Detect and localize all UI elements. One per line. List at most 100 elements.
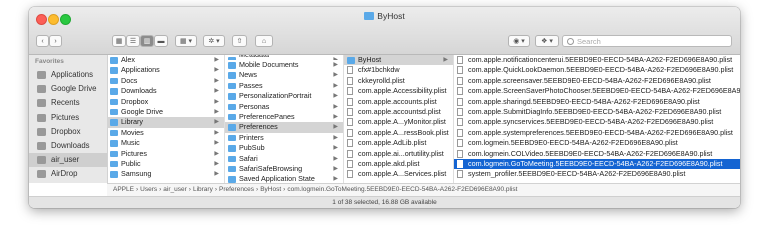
column-view-button[interactable]: ▥ xyxy=(140,35,154,47)
folder-row[interactable]: Passes ▶ xyxy=(225,81,343,91)
disclosure-arrow-icon: ▶ xyxy=(333,93,338,100)
sidebar-item-applications[interactable]: Applications xyxy=(29,68,107,82)
file-row[interactable]: com.apple.A...Services.plist xyxy=(344,169,453,179)
folder-row[interactable]: PubSub ▶ xyxy=(225,143,343,153)
folder-icon xyxy=(110,119,118,126)
file-row[interactable]: system_profiler.5EEBD9E0-EECD-54BA-A262-… xyxy=(454,169,740,179)
folder-row[interactable]: Library ▶ xyxy=(107,117,224,128)
file-row[interactable]: com.apple.A...ressBook.plist xyxy=(344,128,453,138)
icon-view-button[interactable]: ▦ xyxy=(112,35,126,47)
group-button[interactable]: ▦ ▾ xyxy=(175,35,197,47)
document-icon xyxy=(347,97,353,106)
sidebar-item-recents[interactable]: Recents xyxy=(29,96,107,110)
folder-row[interactable]: Alex ▶ xyxy=(107,55,224,65)
folder-row[interactable]: ByHost ▶ xyxy=(344,55,453,66)
share-button[interactable]: ⇧ xyxy=(232,35,247,47)
folder-row[interactable]: Applications ▶ xyxy=(107,65,224,75)
disclosure-arrow-icon: ▶ xyxy=(214,119,219,126)
action-button[interactable]: ✲ ▾ xyxy=(203,35,225,47)
path-segment[interactable]: air_user xyxy=(163,186,186,193)
sidebar-item-google-drive[interactable]: Google Drive xyxy=(29,82,107,96)
file-row[interactable]: com.apple.syncservices.5EEBD9E0-EECD-54B… xyxy=(454,117,740,127)
path-segment[interactable]: Users xyxy=(140,186,157,193)
file-row[interactable]: com.apple.AdLib.plist xyxy=(344,138,453,148)
list-view-button[interactable]: ☰ xyxy=(126,35,140,47)
item-name: com.apple.A...Services.plist xyxy=(358,169,447,179)
item-name: com.apple.A...yMonitor.plist xyxy=(358,117,446,127)
file-row[interactable]: com.apple.QuickLookDaemon.5EEBD9E0-EECD-… xyxy=(454,65,740,75)
file-row[interactable]: com.apple.systempreferences.5EEBD9E0-EEC… xyxy=(454,128,740,138)
file-row[interactable]: com.logmein.GoToMeeting.5EEBD9E0-EECD-54… xyxy=(454,158,740,170)
file-row[interactable]: com.apple.accountsd.plist xyxy=(344,107,453,117)
sidebar-heading: Favorites xyxy=(35,58,64,65)
back-button[interactable]: ‹ xyxy=(36,35,49,47)
file-row[interactable]: com.apple.screensaver.5EEBD9E0-EECD-54BA… xyxy=(454,76,740,86)
folder-row[interactable]: Downloads ▶ xyxy=(107,86,224,96)
folder-row[interactable]: Dropbox ▶ xyxy=(107,97,224,107)
search-field[interactable]: Search xyxy=(562,35,732,47)
column-preferences: ByHost ▶ cfx#1bchkdw ckkeyrolld.plist com.ap… xyxy=(344,55,454,183)
folder-row[interactable]: Safari ▶ xyxy=(225,154,343,164)
file-row[interactable]: com.apple.A...yMonitor.plist xyxy=(344,117,453,127)
folder-row[interactable]: Music ▶ xyxy=(107,138,224,148)
folder-row[interactable]: Printers ▶ xyxy=(225,133,343,143)
folder-row[interactable]: SafariSafeBrowsing ▶ xyxy=(225,164,343,174)
file-row[interactable]: com.apple.notificationcenterui.5EEBD9E0-… xyxy=(454,55,740,65)
forward-button[interactable]: › xyxy=(49,35,62,47)
item-name: com.apple.syncservices.5EEBD9E0-EECD-54B… xyxy=(468,117,714,127)
item-name: com.apple.accountsd.plist xyxy=(358,106,441,116)
item-name: com.apple.Accessibility.plist xyxy=(358,86,447,96)
file-row[interactable]: cfx#1bchkdw xyxy=(344,65,453,75)
item-name: com.apple.sharingd.5EEBD9E0-EECD-54BA-A2… xyxy=(468,96,700,106)
path-separator-icon: › xyxy=(214,186,217,193)
disclosure-arrow-icon: ▶ xyxy=(333,124,338,131)
dropbox-button[interactable]: ❖ ▾ xyxy=(535,35,559,47)
folder-row[interactable]: Google Drive ▶ xyxy=(107,107,224,117)
sidebar-item-air-user[interactable]: air_user xyxy=(29,153,107,168)
sidebar-item-label: Dropbox xyxy=(51,126,81,136)
folder-row[interactable]: Preferences ▶ xyxy=(225,122,343,133)
file-row[interactable]: com.logmein.COLVideo.5EEBD9E0-EECD-54BA-… xyxy=(454,149,740,159)
sidebar-item-pictures[interactable]: Pictures xyxy=(29,111,107,125)
tag-button[interactable]: ⌂ xyxy=(255,35,273,47)
path-segment[interactable]: Library xyxy=(193,186,213,193)
folder-row[interactable]: Pictures ▶ xyxy=(107,149,224,159)
folder-row[interactable]: Personas ▶ xyxy=(225,102,343,112)
folder-row[interactable]: Samsung ▶ xyxy=(107,169,224,179)
item-name: com.apple.QuickLookDaemon.5EEBD9E0-EECD-… xyxy=(468,65,734,75)
folder-row[interactable]: News ▶ xyxy=(225,70,343,80)
file-row[interactable]: com.apple.sharingd.5EEBD9E0-EECD-54BA-A2… xyxy=(454,97,740,107)
folder-row[interactable]: PreferencePanes ▶ xyxy=(225,112,343,122)
folder-row[interactable]: Docs ▶ xyxy=(107,76,224,86)
folder-row[interactable]: Movies ▶ xyxy=(107,128,224,138)
sidebar-item-label: Google Drive xyxy=(51,84,97,94)
file-row[interactable]: com.apple.ai...ortutility.plist xyxy=(344,149,453,159)
path-segment[interactable]: APPLE xyxy=(113,186,134,193)
file-row[interactable]: com.apple.Accessibility.plist xyxy=(344,86,453,96)
file-row[interactable]: com.apple.akd.plist xyxy=(344,159,453,169)
item-name: Docs xyxy=(121,75,138,85)
file-row[interactable]: com.apple.ScreenSaverPhotoChooser.5EEBD9… xyxy=(454,86,740,96)
sidebar-item-airdrop[interactable]: AirDrop xyxy=(29,167,107,181)
sidebar-item-dropbox[interactable]: Dropbox xyxy=(29,125,107,139)
document-icon xyxy=(347,149,353,158)
gallery-view-button[interactable]: ▬ xyxy=(154,35,168,47)
path-segment[interactable]: com.logmein.GoToMeeting.5EEBD9E0-EECD-54… xyxy=(287,186,517,193)
file-row[interactable]: com.logmein.5EEBD9E0-EECD-54BA-A262-F2ED… xyxy=(454,138,740,148)
path-separator-icon: › xyxy=(188,186,191,193)
folder-row[interactable]: PersonalizationPortrait ▶ xyxy=(225,91,343,101)
folder-row[interactable]: Mobile Documents ▶ xyxy=(225,60,343,70)
sidebar-item-downloads[interactable]: Downloads xyxy=(29,139,107,153)
folder-row[interactable]: Saved Application State ▶ xyxy=(225,174,343,183)
file-row[interactable]: com.apple.SubmitDiagInfo.5EEBD9E0-EECD-5… xyxy=(454,107,740,117)
path-segment[interactable]: Preferences xyxy=(219,186,254,193)
path-segment[interactable]: ByHost xyxy=(260,186,281,193)
file-row[interactable]: ckkeyrolld.plist xyxy=(344,76,453,86)
item-name: Public xyxy=(121,158,141,168)
folder-icon xyxy=(110,88,118,95)
path-separator-icon: › xyxy=(135,186,139,193)
folder-row[interactable]: Public ▶ xyxy=(107,159,224,169)
file-row[interactable]: com.apple.accounts.plist xyxy=(344,97,453,107)
apps-button[interactable]: ◉ ▾ xyxy=(508,35,530,47)
document-icon xyxy=(457,66,463,75)
